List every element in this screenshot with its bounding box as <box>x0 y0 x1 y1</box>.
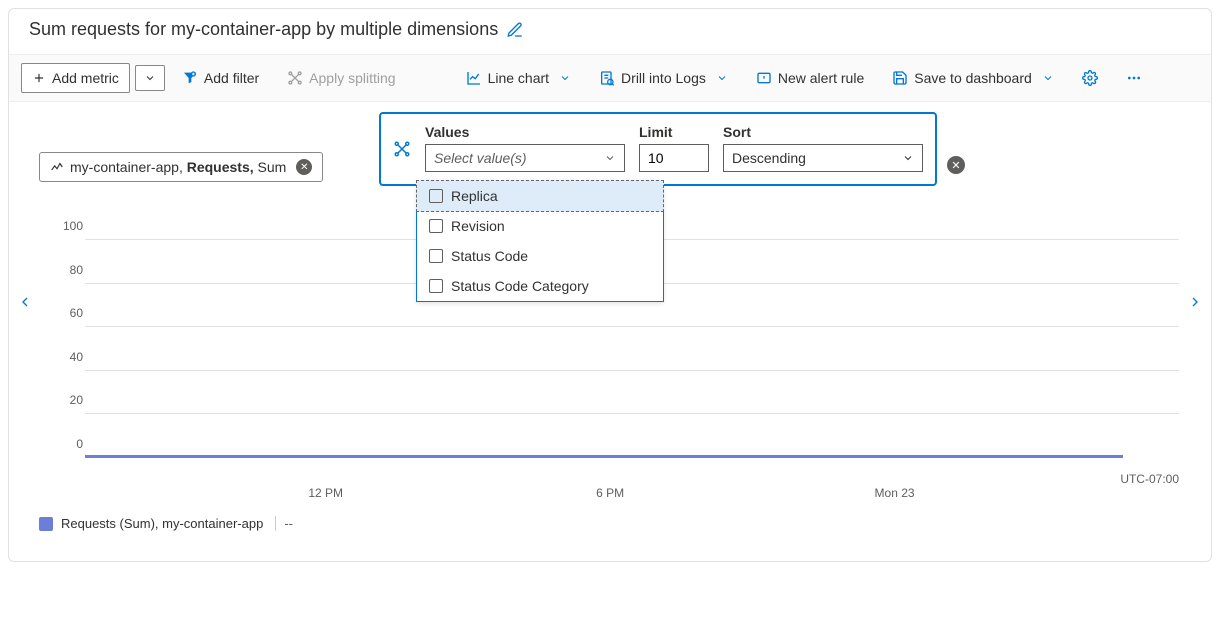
series-line <box>85 455 1123 458</box>
legend-label: Requests (Sum), my-container-app <box>61 516 263 531</box>
chart-title: Sum requests for my-container-app by mul… <box>29 19 498 40</box>
drill-into-logs-button[interactable]: Drill into Logs <box>588 63 739 93</box>
metric-chip[interactable]: my-container-app, Requests, Sum ✕ <box>39 152 323 182</box>
sort-label: Sort <box>723 124 923 140</box>
chevron-down-icon <box>604 152 616 164</box>
checkbox[interactable] <box>429 219 443 233</box>
checkbox[interactable] <box>429 279 443 293</box>
values-dropdown: Replica Revision Status Code Status Code… <box>416 180 664 302</box>
save-to-dashboard-button[interactable]: Save to dashboard <box>881 63 1065 93</box>
filter-icon <box>182 70 198 86</box>
remove-metric-button[interactable]: ✕ <box>296 159 312 175</box>
sort-select[interactable]: Descending <box>723 144 923 172</box>
ellipsis-icon <box>1126 70 1142 86</box>
limit-input[interactable] <box>639 144 709 172</box>
chevron-down-icon <box>716 72 728 84</box>
chevron-down-icon <box>559 72 571 84</box>
chart-area: my-container-app, Requests, Sum ✕ Values… <box>9 102 1211 508</box>
dropdown-option-status-code-category[interactable]: Status Code Category <box>417 271 663 301</box>
chevron-down-icon <box>902 152 914 164</box>
dropdown-option-replica[interactable]: Replica <box>416 180 664 212</box>
edit-title-icon[interactable] <box>506 21 524 39</box>
settings-button[interactable] <box>1071 63 1109 93</box>
apply-splitting-button: Apply splitting <box>276 63 406 93</box>
drill-logs-icon <box>599 70 615 86</box>
legend-swatch <box>39 517 53 531</box>
chevron-down-icon <box>144 72 156 84</box>
save-icon <box>892 70 908 86</box>
dropdown-option-status-code[interactable]: Status Code <box>417 241 663 271</box>
chevron-down-icon <box>1042 72 1054 84</box>
gear-icon <box>1082 70 1098 86</box>
dropdown-option-revision[interactable]: Revision <box>417 211 663 241</box>
toolbar: Add metric Add filter Apply splitting Li… <box>9 54 1211 102</box>
values-label: Values <box>425 124 625 140</box>
splitting-panel: Values Select value(s) Limit Sort Descen… <box>379 112 937 186</box>
splitting-icon <box>287 70 303 86</box>
timezone-label: UTC-07:00 <box>1120 472 1179 486</box>
line-chart-icon <box>466 70 482 86</box>
limit-label: Limit <box>639 124 709 140</box>
splitting-active-icon <box>393 140 411 158</box>
y-axis: 0 20 40 60 80 100 <box>53 218 83 458</box>
metric-line-icon <box>50 160 64 174</box>
line-chart-button[interactable]: Line chart <box>455 63 582 93</box>
add-metric-button[interactable]: Add metric <box>21 63 130 93</box>
plus-icon <box>32 71 46 85</box>
alert-icon <box>756 70 772 86</box>
legend-value: -- <box>275 516 293 531</box>
checkbox[interactable] <box>429 249 443 263</box>
close-splitting-button[interactable]: ✕ <box>947 156 965 174</box>
add-metric-dropdown[interactable] <box>135 65 165 91</box>
values-select[interactable]: Select value(s) <box>425 144 625 172</box>
checkbox[interactable] <box>429 189 443 203</box>
legend: Requests (Sum), my-container-app -- <box>9 508 1211 561</box>
more-button[interactable] <box>1115 63 1153 93</box>
new-alert-rule-button[interactable]: New alert rule <box>745 63 875 93</box>
title-bar: Sum requests for my-container-app by mul… <box>9 9 1211 54</box>
add-filter-button[interactable]: Add filter <box>171 63 270 93</box>
